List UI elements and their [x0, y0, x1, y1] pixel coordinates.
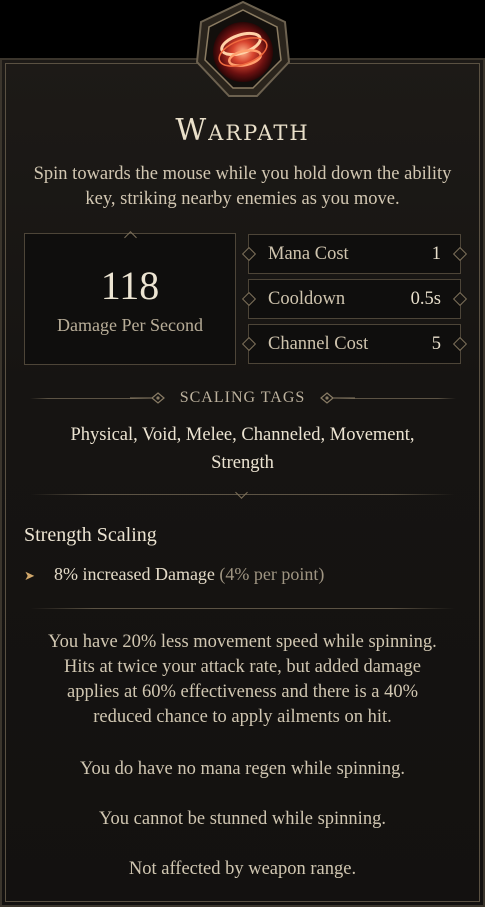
stat-value: 5	[431, 334, 441, 354]
stat-label: Channel Cost	[268, 334, 369, 354]
scaling-tags-line: Physical, Void, Melee, Channeled, Moveme…	[70, 425, 415, 445]
scaling-tags-header: SCALING TAGS	[179, 389, 306, 406]
stat-cooldown: Cooldown 0.5s	[241, 279, 468, 319]
dps-value: 118	[100, 263, 160, 308]
dps-label: Damage Per Second	[57, 315, 203, 335]
ability-description: Spin towards the mouse while you hold do…	[33, 164, 452, 209]
arrow-icon: ➤	[24, 568, 35, 583]
stat-channel-cost: Channel Cost 5	[241, 324, 468, 364]
note-no-mana-regen: You do have no mana regen while spinning…	[80, 759, 405, 779]
stat-mana-cost: Mana Cost 1	[241, 234, 468, 274]
strength-scaling-title: Strength Scaling	[24, 524, 157, 546]
bonus-text: 8% increased Damage	[54, 564, 215, 584]
scaling-tags: Physical, Void, Melee, Channeled, Moveme…	[30, 421, 455, 477]
divider	[30, 608, 455, 609]
note-line: Hits at twice your attack rate, but adde…	[63, 657, 421, 677]
note-line: You have 20% less movement speed while s…	[48, 632, 437, 652]
bonus-extra: (4% per point)	[219, 564, 325, 584]
note-weapon-range: Not affected by weapon range.	[128, 859, 357, 879]
note-no-stun: You cannot be stunned while spinning.	[99, 809, 386, 829]
warpath-spin-icon	[195, 0, 291, 97]
note-line: reduced chance to apply ailments on hit.	[93, 707, 392, 727]
stat-label: Cooldown	[268, 289, 346, 309]
note-paragraph: You have 20% less movement speed while s…	[20, 630, 465, 730]
ability-title: Warpath	[175, 113, 310, 148]
stat-value: 1	[431, 244, 441, 264]
note-line: applies at 60% effectiveness and there i…	[66, 682, 419, 702]
strength-bonus: ➤ 8% increased Damage (4% per point)	[24, 564, 324, 585]
scaling-tags-line: Strength	[211, 453, 274, 473]
stat-value: 0.5s	[410, 289, 441, 309]
stat-label: Mana Cost	[268, 244, 349, 264]
